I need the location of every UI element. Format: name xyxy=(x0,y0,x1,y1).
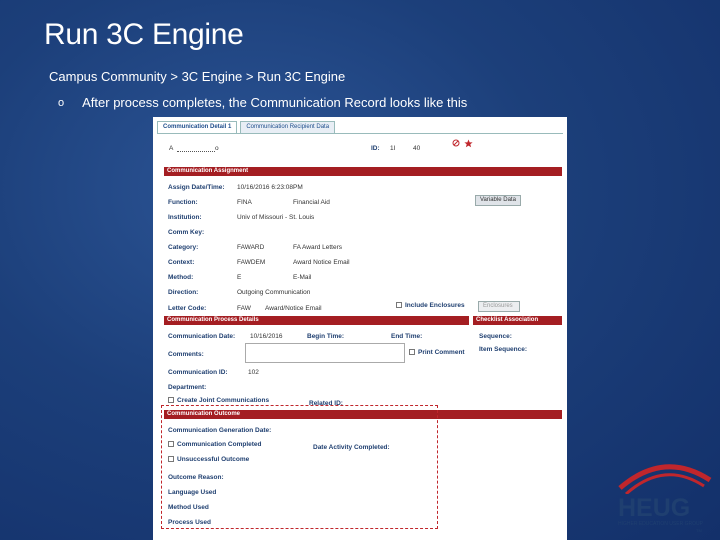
checkbox-box[interactable] xyxy=(168,397,174,403)
section-communication-assignment: Communication Assignment xyxy=(164,167,562,176)
logo-tm: TM xyxy=(696,528,702,533)
function-label: Function: xyxy=(168,199,198,206)
section-checklist-association: Checklist Association xyxy=(473,316,562,325)
enclosures-button[interactable]: Enclosures xyxy=(478,301,520,312)
slide-title: Run 3C Engine xyxy=(44,18,244,51)
assign-date-value: 10/16/2016 6:23:08PM xyxy=(237,184,303,191)
comm-date-label: Communication Date: xyxy=(168,333,236,340)
checkbox-box[interactable] xyxy=(409,349,415,355)
person-name-mask xyxy=(177,151,215,152)
sequence-label: Sequence: xyxy=(479,333,512,340)
letter-code-label: Letter Code: xyxy=(168,305,207,312)
logo-tagline: HIGHER EDUCATION USER GROUP xyxy=(618,521,703,527)
person-name-end: o xyxy=(215,145,219,152)
breadcrumb: Campus Community > 3C Engine > Run 3C En… xyxy=(49,69,346,84)
function-code: FINA xyxy=(237,199,252,206)
communication-id-label: Communication ID: xyxy=(168,369,228,376)
include-enclosures-label: Include Enclosures xyxy=(405,302,465,309)
department-label: Department: xyxy=(168,384,207,391)
checkbox-box[interactable] xyxy=(396,302,402,308)
context-desc: Award Notice Email xyxy=(293,259,350,266)
bullet-item: o After process completes, the Communica… xyxy=(58,95,467,110)
no-entry-icon[interactable] xyxy=(452,139,460,147)
tab-communication-detail[interactable]: Communication Detail 1 xyxy=(157,121,238,133)
heug-logo: HEUG HIGHER EDUCATION USER GROUP TM xyxy=(606,454,720,540)
method-label: Method: xyxy=(168,274,194,281)
comm-date-value: 10/16/2016 xyxy=(250,333,283,340)
function-desc: Financial Aid xyxy=(293,199,330,206)
tab-divider xyxy=(157,133,563,134)
letter-code-desc: Award/Notice Email xyxy=(265,305,322,312)
context-label: Context: xyxy=(168,259,195,266)
method-desc: E-Mail xyxy=(293,274,312,281)
category-label: Category: xyxy=(168,244,199,251)
bullet-mark: o xyxy=(58,97,65,109)
print-comment-checkbox[interactable]: Print Comment xyxy=(409,349,465,356)
context-code: FAWDEM xyxy=(237,259,266,266)
institution-label: Institution: xyxy=(168,214,202,221)
end-time-label: End Time: xyxy=(391,333,423,340)
person-name-start: A xyxy=(169,145,174,152)
id-value-2: 40 xyxy=(413,145,421,152)
letter-code-value: FAW xyxy=(237,305,251,312)
id-label: ID: xyxy=(371,145,380,152)
tab-recipient-data[interactable]: Communication Recipient Data xyxy=(240,121,336,133)
tab-bar: Communication Detail 1 Communication Rec… xyxy=(157,121,336,133)
item-sequence-label: Item Sequence: xyxy=(479,346,528,353)
screenshot-panel: Communication Detail 1 Communication Rec… xyxy=(153,117,567,540)
highlight-outline xyxy=(161,405,438,529)
logo-name: HEUG xyxy=(618,494,691,522)
print-comment-label: Print Comment xyxy=(418,349,465,356)
id-value-1: 1I xyxy=(390,145,396,152)
create-joint-label: Create Joint Communications xyxy=(177,397,270,404)
begin-time-label: Begin Time: xyxy=(307,333,345,340)
section-process-details: Communication Process Details xyxy=(164,316,469,325)
category-desc: FA Award Letters xyxy=(293,244,343,251)
comments-textarea[interactable] xyxy=(245,343,405,363)
roof-arc-icon xyxy=(618,464,712,494)
bullet-text: After process completes, the Communicati… xyxy=(82,95,468,110)
comm-key-label: Comm Key: xyxy=(168,229,205,236)
variable-data-button[interactable]: Variable Data xyxy=(475,195,521,206)
assign-date-label: Assign Date/Time: xyxy=(168,184,225,191)
category-code: FAWARD xyxy=(237,244,265,251)
institution-value: Univ of Missouri - St. Louis xyxy=(237,214,315,221)
create-joint-checkbox[interactable]: Create Joint Communications xyxy=(168,397,269,404)
method-code: E xyxy=(237,274,242,281)
include-enclosures-checkbox[interactable]: Include Enclosures xyxy=(396,302,465,309)
comments-label: Comments: xyxy=(168,351,204,358)
star-icon[interactable] xyxy=(464,139,473,148)
direction-label: Direction: xyxy=(168,289,199,296)
direction-value: Outgoing Communication xyxy=(237,289,311,296)
communication-id-value: 102 xyxy=(248,369,259,376)
